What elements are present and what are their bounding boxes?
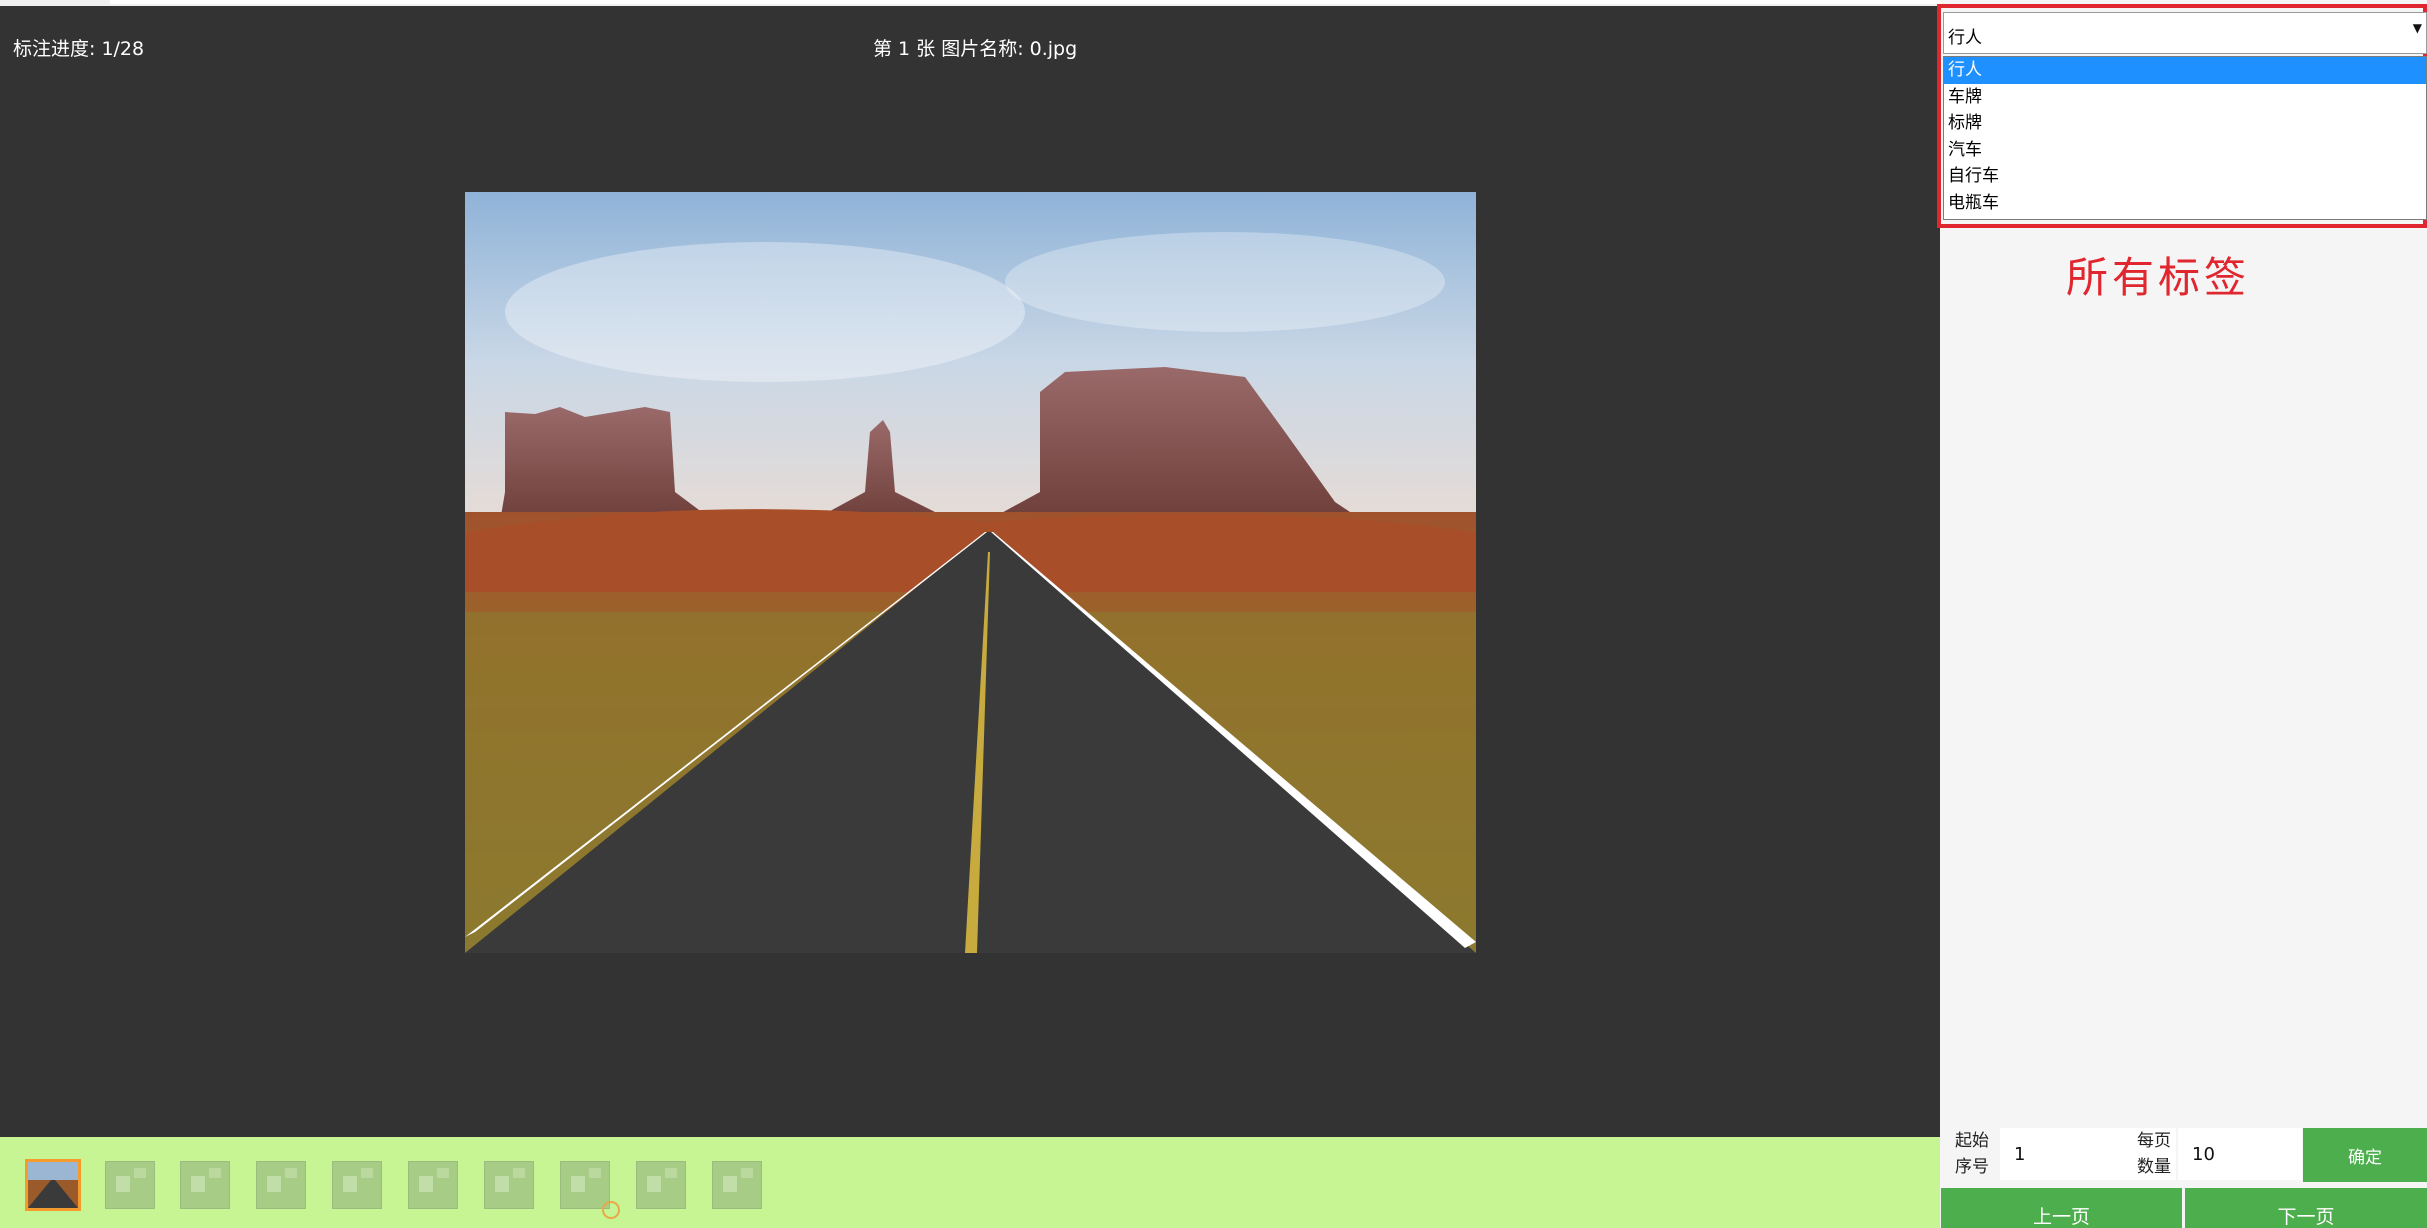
label-option[interactable]: 电瓶车: [1944, 190, 2426, 217]
label-option[interactable]: 车牌: [1944, 84, 2426, 111]
prev-page-button[interactable]: 上一页: [1941, 1188, 2182, 1228]
label-select[interactable]: 行人 ▼: [1943, 12, 2427, 54]
page-size-input[interactable]: [2178, 1128, 2302, 1180]
thumbnail[interactable]: [105, 1161, 155, 1209]
thumbnail-strip: [0, 1137, 1940, 1228]
label-option[interactable]: 自行车: [1944, 163, 2426, 190]
dropdown-arrow-icon[interactable]: ▼: [2413, 21, 2422, 35]
main-image[interactable]: [465, 192, 1476, 953]
thumbnail[interactable]: [712, 1161, 762, 1209]
annotation-caption: 所有标签: [2066, 253, 2251, 302]
page-size-label: 每页 数量: [2137, 1131, 2171, 1177]
confirm-button[interactable]: 确定: [2303, 1128, 2427, 1182]
thumbnail[interactable]: [180, 1161, 230, 1209]
label-option[interactable]: 标牌: [1944, 110, 2426, 137]
label-options-list[interactable]: 行人 车牌 标牌 汽车 自行车 电瓶车: [1943, 56, 2427, 220]
next-page-button[interactable]: 下一页: [2185, 1188, 2427, 1228]
thumbnail[interactable]: [560, 1161, 610, 1209]
check-icon: [602, 1201, 620, 1219]
image-viewer[interactable]: 标注进度: 1/28 第 1 张 图片名称: 0.jpg: [0, 6, 1940, 1137]
label-select-value: 行人: [1948, 28, 1982, 48]
thumbnail[interactable]: [484, 1161, 534, 1209]
start-index-label: 起始 序号: [1955, 1131, 1989, 1177]
thumbnail-active[interactable]: [25, 1159, 81, 1211]
label-option[interactable]: 汽车: [1944, 137, 2426, 164]
annotation-progress: 标注进度: 1/28: [13, 38, 145, 60]
label-option[interactable]: 行人: [1944, 57, 2426, 84]
thumbnail[interactable]: [332, 1161, 382, 1209]
thumbnail[interactable]: [256, 1161, 306, 1209]
thumbnail[interactable]: [636, 1161, 686, 1209]
thumbnail[interactable]: [408, 1161, 458, 1209]
image-title: 第 1 张 图片名称: 0.jpg: [873, 38, 1078, 60]
